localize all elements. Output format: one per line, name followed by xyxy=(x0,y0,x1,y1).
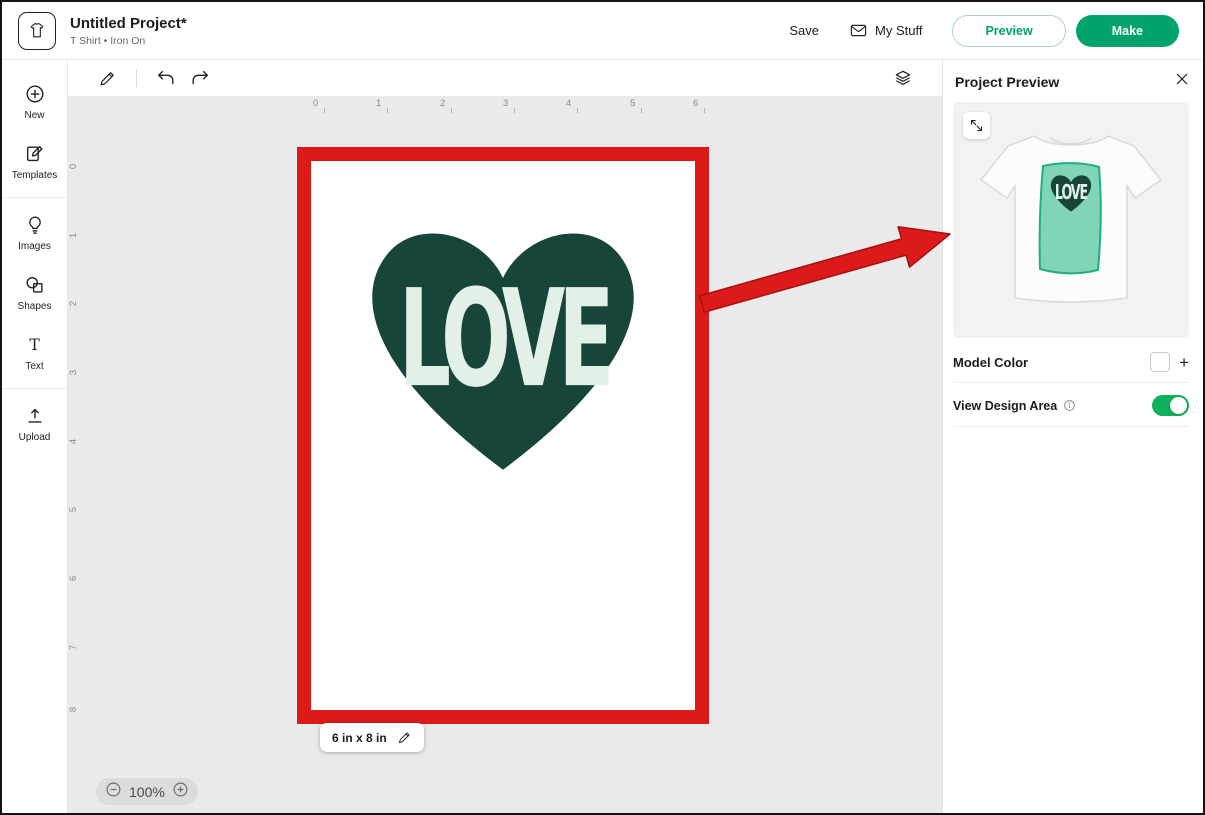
artboard-size-label: 6 in x 8 in xyxy=(332,731,387,745)
expand-preview-button[interactable] xyxy=(963,112,990,139)
sidebar-item-label: New xyxy=(24,110,44,121)
sidebar-item-label: Upload xyxy=(19,432,51,443)
sidebar-item-label: Text xyxy=(25,361,43,372)
ruler-number: 6 xyxy=(68,576,79,581)
artboard-red-highlight-frame xyxy=(297,147,709,724)
toolbar-divider xyxy=(136,69,137,87)
tshirt-icon xyxy=(27,21,47,41)
ruler-number: 3 xyxy=(503,98,508,109)
sidebar-item-text[interactable]: T Text xyxy=(2,323,67,383)
redo-icon xyxy=(190,69,210,87)
my-stuff-label: My Stuff xyxy=(875,23,922,38)
zoom-level: 100% xyxy=(129,784,165,800)
ruler-number: 2 xyxy=(68,301,79,306)
preview-button[interactable]: Preview xyxy=(952,15,1065,47)
edit-button[interactable] xyxy=(94,65,120,91)
zoom-control: 100% xyxy=(96,778,198,805)
view-design-area-toggle[interactable] xyxy=(1152,395,1189,416)
close-icon xyxy=(1174,71,1190,87)
sidebar-divider xyxy=(2,197,67,198)
ruler-number: 5 xyxy=(630,98,635,109)
panel-divider xyxy=(953,382,1189,383)
panel-title: Project Preview xyxy=(955,74,1059,90)
upload-arrow-icon xyxy=(24,405,46,427)
project-preview-panel: Project Preview xyxy=(942,60,1203,813)
design-canvas[interactable]: 0 1 2 3 4 5 6 0 1 2 3 4 5 6 7 8 xyxy=(68,96,942,815)
project-subtitle: T Shirt • Iron On xyxy=(70,35,187,47)
ruler-number: 4 xyxy=(566,98,571,109)
layers-button[interactable] xyxy=(890,65,916,91)
pencil-icon xyxy=(98,69,117,88)
sidebar-item-label: Images xyxy=(18,241,51,252)
shirt-preview xyxy=(968,108,1174,335)
close-panel-button[interactable] xyxy=(1174,71,1190,92)
sidebar-item-label: Templates xyxy=(12,170,58,181)
info-icon[interactable] xyxy=(1063,399,1076,412)
ruler-number: 1 xyxy=(376,98,381,109)
ruler-number: 6 xyxy=(693,98,698,109)
redo-button[interactable] xyxy=(187,65,213,91)
ruler-number: 8 xyxy=(68,707,79,712)
undo-icon xyxy=(156,69,176,87)
view-design-area-label: View Design Area xyxy=(953,399,1057,413)
sidebar-item-upload[interactable]: Upload xyxy=(2,394,67,454)
left-sidebar: New Templates Images Shapes T xyxy=(2,60,68,813)
artboard-size-pill[interactable]: 6 in x 8 in xyxy=(320,723,424,752)
text-t-icon: T xyxy=(24,334,46,356)
make-button[interactable]: Make xyxy=(1076,15,1179,47)
lightbulb-icon xyxy=(24,214,46,236)
ruler-number: 7 xyxy=(68,645,79,650)
sidebar-item-images[interactable]: Images xyxy=(2,203,67,263)
sidebar-item-new[interactable]: New xyxy=(2,72,67,132)
add-color-button[interactable]: + xyxy=(1179,354,1189,371)
ruler-number: 0 xyxy=(313,98,318,109)
love-heart-design[interactable] xyxy=(347,205,659,502)
template-pencil-icon xyxy=(24,143,46,165)
panel-divider xyxy=(953,426,1189,427)
zoom-in-button[interactable] xyxy=(172,781,189,803)
pencil-icon xyxy=(397,730,412,745)
expand-icon xyxy=(969,118,984,133)
ruler-number: 3 xyxy=(68,370,79,375)
envelope-icon xyxy=(849,21,868,40)
design-app-window: Untitled Project* T Shirt • Iron On Save… xyxy=(0,0,1205,815)
ruler-number: 5 xyxy=(68,507,79,512)
toggle-knob xyxy=(1170,397,1187,414)
canvas-toolbar xyxy=(68,60,942,96)
sidebar-item-templates[interactable]: Templates xyxy=(2,132,67,192)
app-header: Untitled Project* T Shirt • Iron On Save… xyxy=(2,2,1203,60)
ruler-number: 1 xyxy=(68,233,79,238)
svg-text:T: T xyxy=(29,336,40,354)
shirt-preview-card xyxy=(953,102,1189,338)
sidebar-divider xyxy=(2,388,67,389)
shirt-design-area xyxy=(1040,163,1101,273)
model-color-label: Model Color xyxy=(953,355,1028,370)
plus-circle-icon xyxy=(172,781,189,798)
my-stuff-button[interactable]: My Stuff xyxy=(849,21,922,40)
ruler-number: 0 xyxy=(68,164,79,169)
plus-circle-icon xyxy=(24,83,46,105)
project-type-button[interactable] xyxy=(18,12,56,50)
sidebar-item-label: Shapes xyxy=(18,301,52,312)
layers-icon xyxy=(893,68,913,88)
zoom-out-button[interactable] xyxy=(105,781,122,803)
save-button[interactable]: Save xyxy=(789,23,819,38)
minus-circle-icon xyxy=(105,781,122,798)
model-color-row: Model Color + xyxy=(953,352,1189,372)
model-color-swatch[interactable] xyxy=(1150,352,1170,372)
view-design-area-row: View Design Area xyxy=(953,395,1189,416)
ruler-number: 2 xyxy=(440,98,445,109)
undo-button[interactable] xyxy=(153,65,179,91)
header-actions: Save My Stuff Preview Make xyxy=(789,15,1179,47)
project-title-block: Untitled Project* T Shirt • Iron On xyxy=(70,15,187,47)
project-title: Untitled Project* xyxy=(70,15,187,32)
shapes-icon xyxy=(24,274,46,296)
ruler-number: 4 xyxy=(68,439,79,444)
sidebar-item-shapes[interactable]: Shapes xyxy=(2,263,67,323)
